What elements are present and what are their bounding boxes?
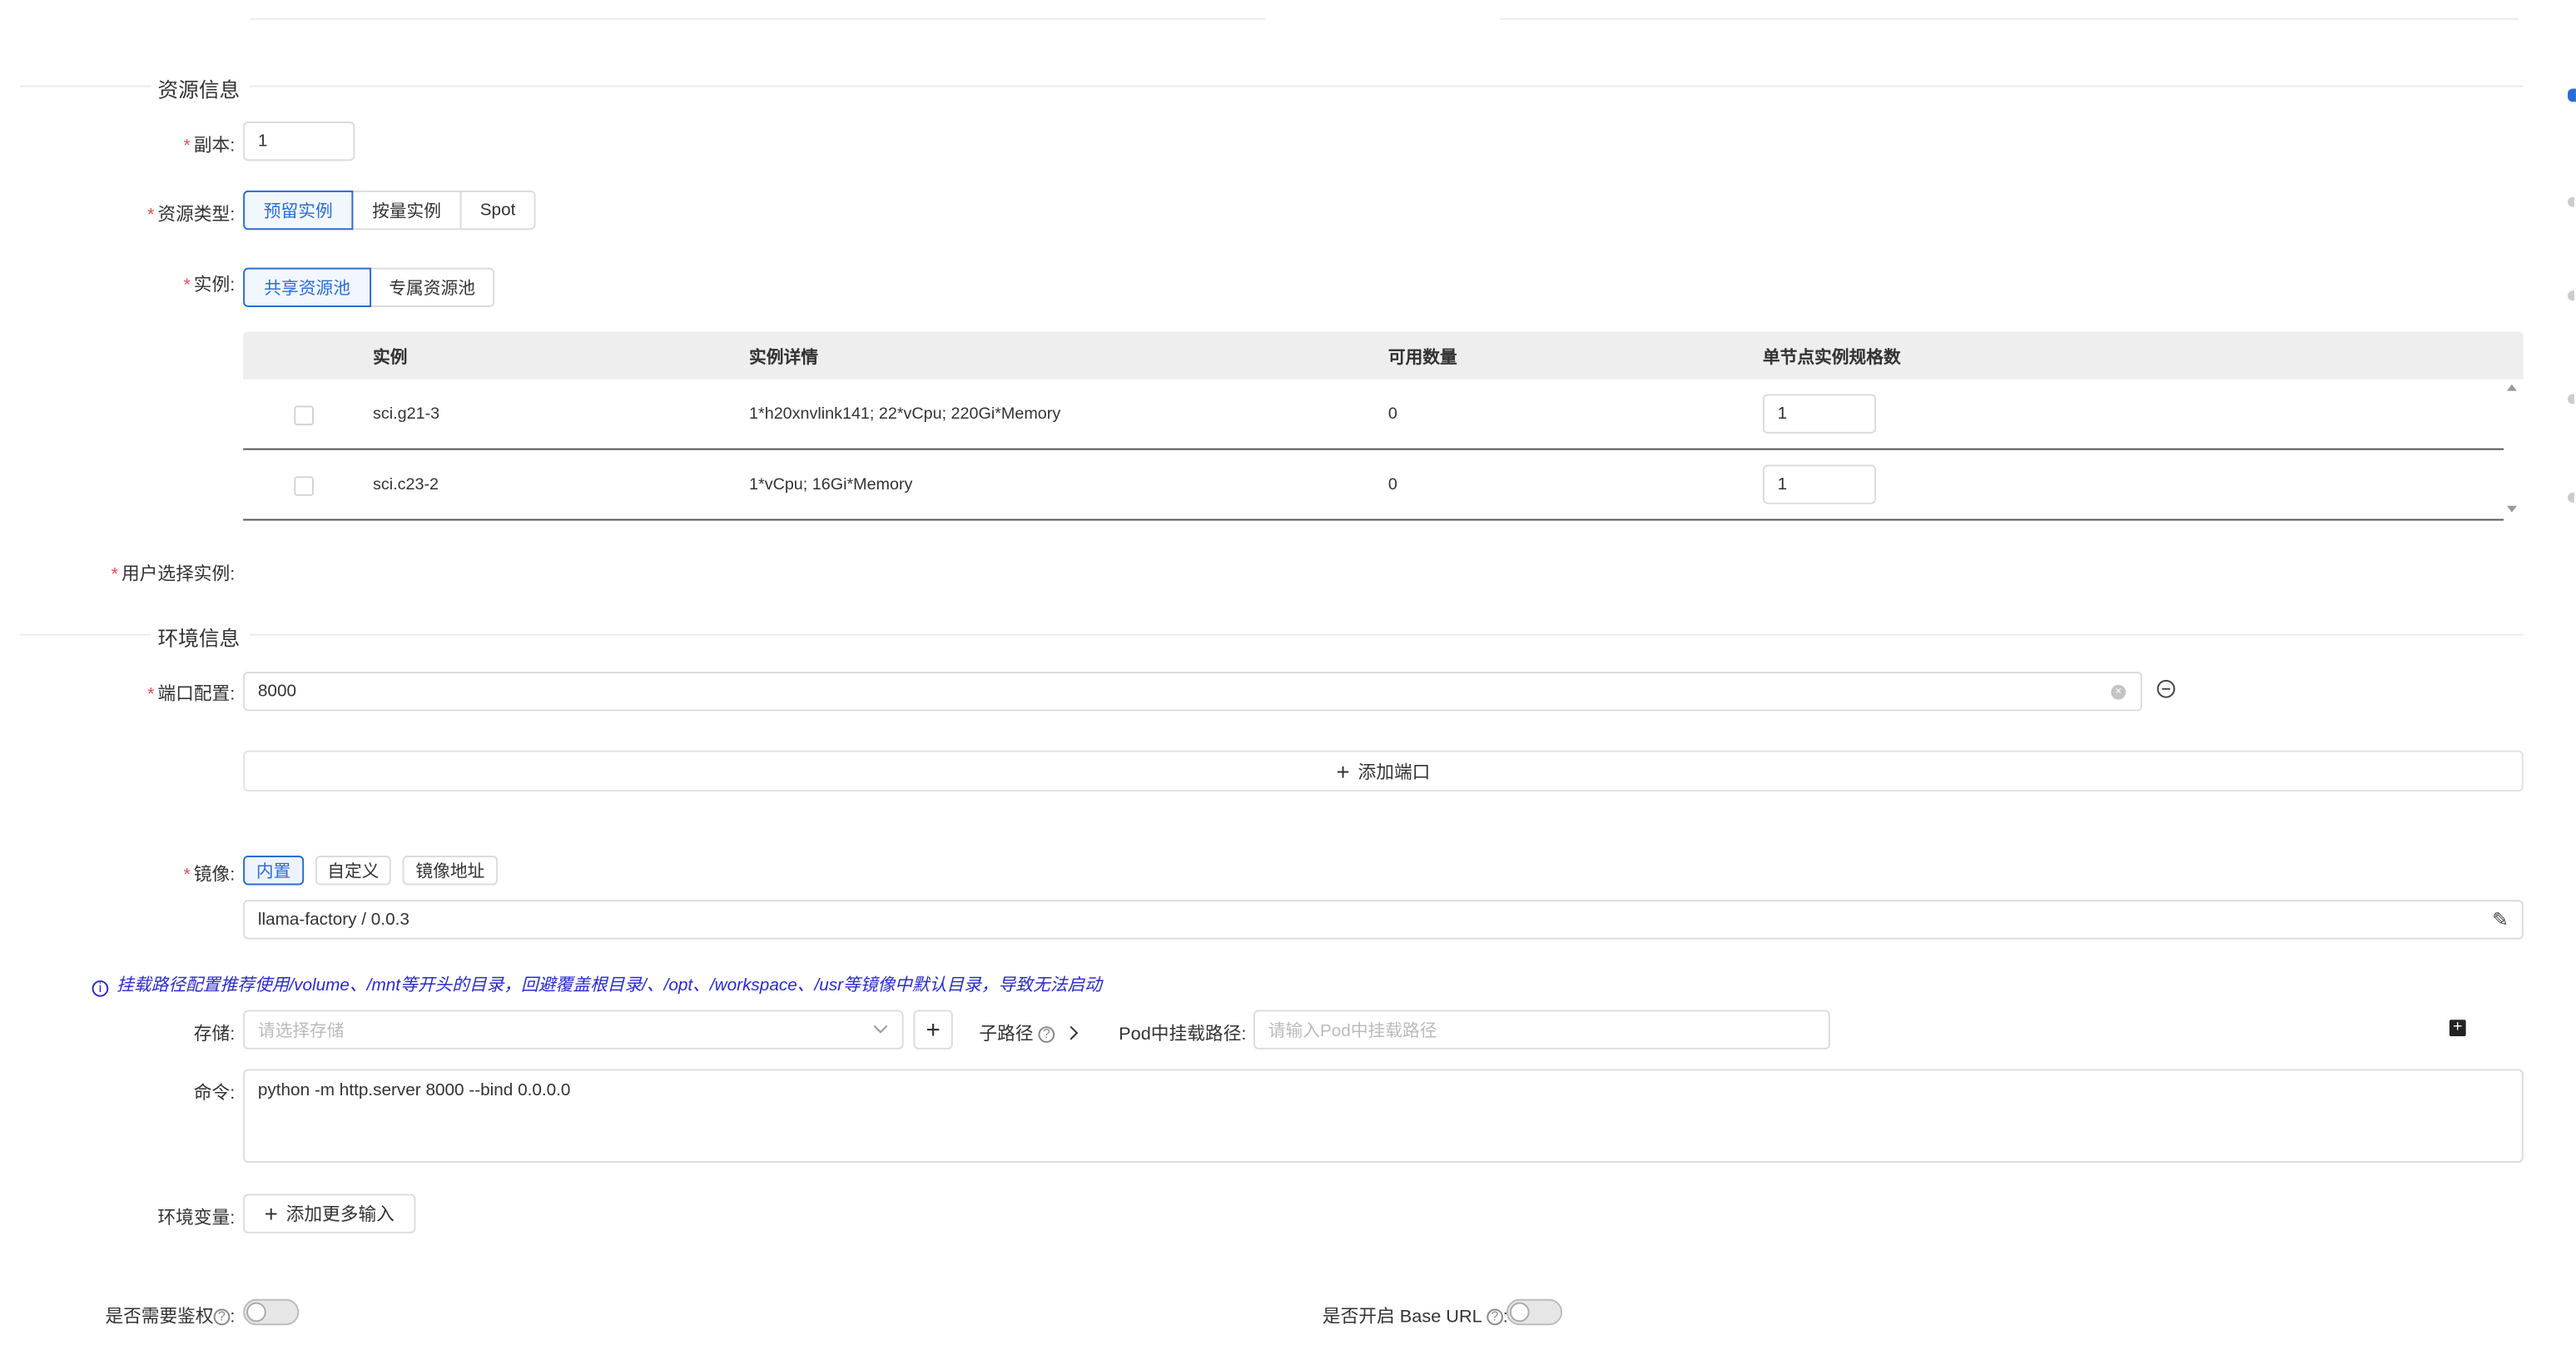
plus-icon: + <box>1336 757 1350 785</box>
section-divider <box>250 85 2524 87</box>
pod-path-input[interactable]: 请输入Pod中挂载路径 <box>1253 1010 1830 1050</box>
subpath-toggle[interactable]: 子路径 ? <box>979 1020 1079 1046</box>
section-divider <box>250 633 2524 636</box>
col-detail: 实例详情 <box>749 348 818 368</box>
table-row[interactable]: sci.c23-2 1*vCpu; 16Gi*Memory 0 1 <box>243 450 2504 521</box>
section-divider <box>19 633 151 636</box>
resource-type-reserved[interactable]: 预留实例 <box>243 190 354 231</box>
base-url-switch[interactable] <box>1506 1298 1563 1326</box>
add-env-var-button[interactable]: + 添加更多输入 <box>243 1194 416 1233</box>
col-spec-count: 单节点实例规格数 <box>1762 348 1901 368</box>
image-builtin-option[interactable]: 内置 <box>243 855 305 886</box>
replica-label: * 副本: <box>183 136 236 156</box>
row-instance-name: sci.g21-3 <box>373 405 440 424</box>
image-custom-option[interactable]: 自定义 <box>315 855 391 886</box>
command-textarea[interactable]: python -m http.server 8000 --bind 0.0.0.… <box>243 1069 2524 1163</box>
top-divider-right <box>1500 17 2519 20</box>
row-spec-count-input[interactable]: 1 <box>1762 394 1877 434</box>
image-label: * 镜像: <box>183 865 236 886</box>
auth-switch[interactable] <box>243 1298 300 1326</box>
resource-type-label: * 资源类型: <box>146 205 236 226</box>
scroll-anchor[interactable] <box>2568 492 2574 503</box>
row-checkbox[interactable] <box>294 405 314 426</box>
row-checkbox[interactable] <box>294 476 314 496</box>
section-divider <box>19 85 151 87</box>
row-instance-detail: 1*h20xnvlink141; 22*vCpu; 220Gi*Memory <box>749 405 1061 424</box>
scroll-anchor[interactable] <box>2568 196 2574 207</box>
resource-type-spot[interactable]: Spot <box>459 190 536 231</box>
image-address-option[interactable]: 镜像地址 <box>402 855 499 886</box>
scroll-anchor[interactable] <box>2568 394 2574 404</box>
resource-type-segmented: 预留实例 按量实例 Spot <box>243 190 536 231</box>
replica-input[interactable]: 1 <box>243 122 355 161</box>
image-select[interactable]: llama-factory / 0.0.3 ✎ <box>243 900 2524 940</box>
scroll-anchor[interactable] <box>2568 290 2574 301</box>
instance-pool-segmented: 共享资源池 专属资源池 <box>243 267 495 307</box>
mount-tip: i 挂载路径配置推荐使用/volume、/mnt等开头的目录，回避覆盖根目录/、/… <box>92 972 1102 997</box>
scroll-anchor-active[interactable] <box>2568 88 2576 102</box>
base-url-label: 是否开启 Base URL ?: <box>1322 1307 1508 1328</box>
col-instance: 实例 <box>373 348 408 368</box>
table-row[interactable]: sci.g21-3 1*h20xnvlink141; 22*vCpu; 220G… <box>243 380 2504 450</box>
resource-section-title: 资源信息 <box>157 78 241 102</box>
command-label: 命令: <box>193 1084 236 1104</box>
help-icon[interactable]: ? <box>1038 1026 1055 1044</box>
resource-type-on-demand[interactable]: 按量实例 <box>351 190 462 231</box>
row-available: 0 <box>1387 476 1397 494</box>
plus-icon: + <box>926 1015 941 1044</box>
help-icon[interactable]: ? <box>1487 1308 1503 1326</box>
instance-table: 实例 实例详情 可用数量 单节点实例规格数 sci.g21-3 1*h20xnv… <box>243 331 2524 521</box>
plus-icon: + <box>264 1200 278 1227</box>
help-icon[interactable]: ? <box>213 1308 231 1326</box>
remove-port-icon[interactable] <box>2157 679 2176 698</box>
add-port-button[interactable]: + 添加端口 <box>243 750 2524 792</box>
env-vars-label: 环境变量: <box>157 1209 236 1228</box>
row-instance-detail: 1*vCpu; 16Gi*Memory <box>749 476 913 494</box>
pod-path-label: Pod中挂载路径: <box>1119 1025 1247 1045</box>
info-icon: i <box>92 979 109 996</box>
col-available: 可用数量 <box>1387 348 1457 368</box>
port-label: * 端口配置: <box>146 684 236 705</box>
row-instance-name: sci.c23-2 <box>373 476 439 494</box>
instance-shared-pool[interactable]: 共享资源池 <box>243 267 372 307</box>
chevron-down-icon <box>873 1019 888 1034</box>
instance-label: * 实例: <box>183 275 236 296</box>
add-storage-button[interactable]: + <box>913 1010 953 1050</box>
auth-label: 是否需要鉴权?: <box>105 1307 236 1328</box>
port-input[interactable]: 8000 × <box>243 671 2142 712</box>
instance-dedicated-pool[interactable]: 专属资源池 <box>370 267 495 307</box>
chevron-right-icon <box>1064 1025 1079 1040</box>
table-header: 实例 实例详情 可用数量 单节点实例规格数 <box>243 331 2524 380</box>
row-spec-count-input[interactable]: 1 <box>1762 464 1877 504</box>
table-scroll-up-icon[interactable] <box>2507 384 2517 391</box>
row-available: 0 <box>1387 405 1397 424</box>
add-mount-icon[interactable]: + <box>2449 1019 2466 1037</box>
storage-label: 存储: <box>193 1025 236 1045</box>
form-page: 资源信息 * 副本: 1 * 资源类型: 预留实例 按量实例 Spot * 实例: 共… <box>0 0 2576 1345</box>
edit-icon[interactable]: ✎ <box>2492 908 2509 931</box>
table-scroll-down-icon[interactable] <box>2507 505 2517 513</box>
storage-select[interactable]: 请选择存储 <box>243 1010 904 1050</box>
user-instance-label: * 用户选择实例: <box>111 564 236 585</box>
top-divider-left <box>250 17 1265 20</box>
clear-icon[interactable]: × <box>2111 684 2127 700</box>
env-section-title: 环境信息 <box>157 627 241 651</box>
